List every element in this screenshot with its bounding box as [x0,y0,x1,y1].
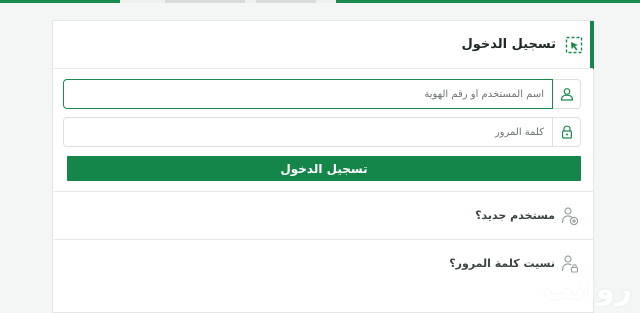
login-header: تسجيل الدخول [53,21,593,69]
username-addon [553,79,581,109]
password-input[interactable] [63,117,553,147]
login-title: تسجيل الدخول [461,37,556,52]
forgot-password-link[interactable]: نسيت كلمة المرور؟ [53,239,593,287]
login-panel: تسجيل الدخول تسجيل الدخول مستخد [52,20,594,313]
password-addon [553,117,581,147]
user-lock-icon [561,254,579,273]
new-user-label: مستخدم جديد؟ [475,209,555,222]
forgot-password-label: نسيت كلمة المرور؟ [449,257,555,270]
lock-icon [561,125,572,139]
login-arrow-icon [565,36,583,53]
username-field [63,79,581,109]
user-icon [560,88,573,101]
user-plus-icon [561,206,579,225]
login-button[interactable]: تسجيل الدخول [67,156,581,181]
top-strip [0,0,640,3]
new-user-link[interactable]: مستخدم جديد؟ [53,191,593,239]
password-field [63,117,581,147]
watermark-logo: رواتب [542,272,632,307]
username-input[interactable] [63,79,553,109]
